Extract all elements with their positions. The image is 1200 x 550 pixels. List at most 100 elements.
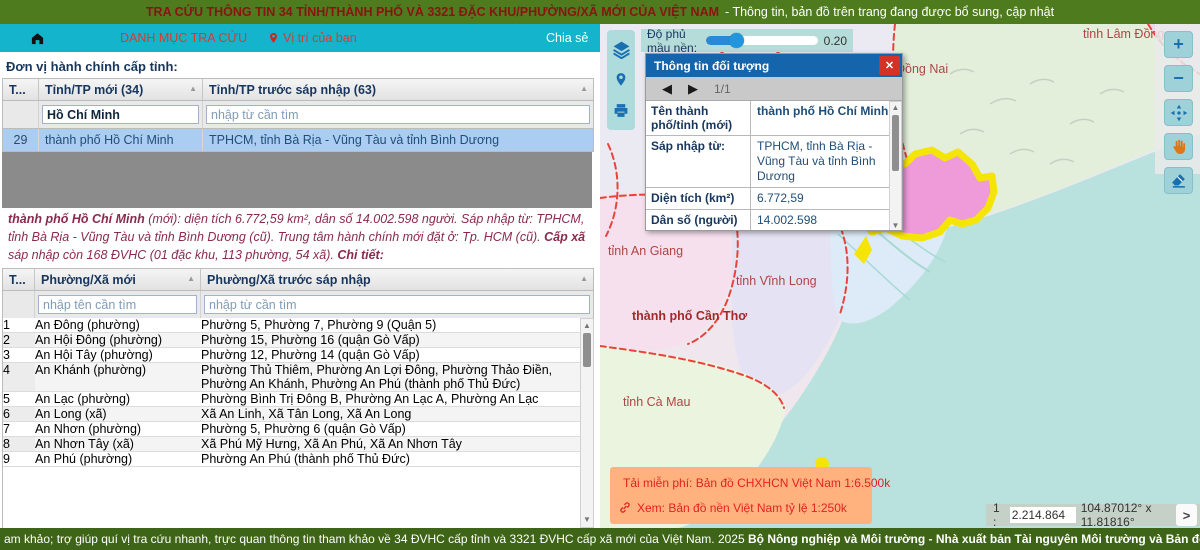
table-row[interactable]: 7An Nhơn (phường)Phường 5, Phường 6 (quậ… [3,422,581,437]
erase-button[interactable] [1164,167,1193,194]
scale-input[interactable] [1010,507,1076,523]
province-row-selected[interactable]: 29 thành phố Hồ Chí Minh TPHCM, tỉnh Bà … [3,129,593,151]
row-index: 9 [3,452,35,466]
home-button[interactable] [30,24,45,52]
print-button[interactable] [611,101,631,121]
collapse-panel-button[interactable]: > [1176,504,1197,526]
scroll-down-icon[interactable]: ▼ [890,220,901,231]
plus-icon: + [1173,34,1184,55]
ward-new-name: An Hội Tây (phường) [35,348,201,362]
table-row[interactable]: 9An Phú (phường)Phường An Phú (thành phố… [3,452,581,467]
map-label-vinh-long: tỉnh Vĩnh Long [736,274,817,288]
row-index: 4 [3,363,35,391]
province-table-header: T... Tỉnh/TP mới (34)▲ Tỉnh/TP trước sáp… [3,79,593,101]
scroll-up-icon[interactable]: ▲ [581,320,593,332]
popup-title: Thông tin đối tượng [654,59,769,73]
scale-coordinates-bar: 1 : 104.87012° x 11.81816° [986,504,1200,526]
ward-new-name: An Phú (phường) [35,452,201,466]
ward-table: T... Phường/Xã mới▲ Phường/Xã trước sáp … [2,268,594,319]
table-row[interactable]: 8An Nhơn Tây (xã)Xã Phú Mỹ Hưng, Xã An P… [3,437,581,452]
opacity-slider[interactable] [706,36,818,45]
province-section-heading: Đơn vị hành chính cấp tỉnh: [6,59,178,74]
attribute-row: Tên thành phố/tỉnh (mới) thành phố Hồ Ch… [646,101,902,136]
attribute-value: 6.772,59 [751,188,902,209]
ward-old-names: Phường Thủ Thiêm, Phường An Lợi Đông, Ph… [201,363,581,391]
status-publisher: Bộ Nông nghiệp và Môi trường - Nhà xuất … [748,532,1200,546]
filter-cell-empty [3,291,35,318]
chevron-right-icon: > [1183,508,1191,523]
map-canvas[interactable]: tỉnh Lâm Đồng Đồng Nai tỉnh An Giang tỉn… [600,24,1200,528]
table-row[interactable]: 1An Đông (phường)Phường 5, Phường 7, Phư… [3,318,581,333]
province-filter-row [3,101,593,129]
minus-icon: − [1173,68,1184,89]
table-row[interactable]: 2An Hội Đông (phường)Phường 15, Phường 1… [3,333,581,348]
province-new-filter-input[interactable] [42,105,199,124]
drag-hand-button[interactable] [1164,133,1193,160]
row-index: 6 [3,407,35,421]
column-new-label: Tỉnh/TP mới (34) [45,83,143,97]
map-label-can-tho: thành phố Cần Thơ [632,309,747,323]
slider-handle[interactable] [729,33,744,48]
share-button[interactable]: Chia sẻ [546,24,588,52]
column-new-label: Phường/Xã mới [41,273,136,287]
ward-old-names: Phường 15, Phường 16 (quận Gò Vấp) [201,333,581,347]
attribute-row: Dân số (người) 14.002.598 [646,210,902,231]
nav-catalog-label: DANH MỤC TRA CỨU [120,31,247,45]
table-empty-area [2,152,592,208]
share-label: Chia sẻ [546,31,588,45]
ward-old-names: Phường Bình Trị Đông B, Phường An Lạc A,… [201,392,581,406]
nav-item-catalog[interactable]: DANH MỤC TRA CỨU [120,24,247,52]
ward-new-name: An Nhơn Tây (xã) [35,437,201,451]
map-label-lam-dong: tỉnh Lâm Đồng [1083,27,1164,41]
status-bar: am khảo; trợ giúp quí vị tra cứu nhanh, … [0,528,1200,550]
ward-new-filter-input[interactable] [38,295,197,314]
summary-detail-label: Chi tiết: [337,248,384,262]
scale-prefix: 1 : [993,501,1005,528]
attribute-label: Tên thành phố/tỉnh (mới) [646,101,751,135]
map-downloads-box: Tải miễn phí: Bản đồ CHXHCN Việt Nam 1:6… [610,467,872,524]
scroll-up-icon[interactable]: ▲ [890,102,901,114]
popup-scrollbar[interactable]: ▲ ▼ [889,101,902,231]
row-index: 7 [3,422,35,436]
attribute-value: TPHCM, tỉnh Bà Rịa - Vũng Tàu và tỉnh Bì… [751,136,883,187]
filter-cell-empty [3,101,39,128]
close-button[interactable]: ✕ [879,56,900,75]
table-row[interactable]: 4An Khánh (phường)Phường Thủ Thiêm, Phườ… [3,363,581,392]
province-old-filter-input[interactable] [206,105,590,124]
next-feature-button[interactable]: ▶ [688,77,698,100]
column-header-new-province[interactable]: Tỉnh/TP mới (34)▲ [39,79,203,100]
ward-old-filter-input[interactable] [204,295,590,314]
column-header-old-province[interactable]: Tỉnh/TP trước sáp nhập (63)▲ [203,79,593,100]
column-old-label: Phường/Xã trước sáp nhập [207,273,371,287]
scrollbar-thumb[interactable] [892,115,899,171]
locate-button[interactable] [611,70,631,90]
attribute-value: thành phố Hồ Chí Minh [751,101,902,135]
table-row[interactable]: 5An Lạc (phường)Phường Bình Trị Đông B, … [3,392,581,407]
popup-attribute-table: Tên thành phố/tỉnh (mới) thành phố Hồ Ch… [646,100,902,231]
map-label-an-giang: tỉnh An Giang [608,244,683,258]
layers-button[interactable] [611,39,631,59]
column-header-old-ward[interactable]: Phường/Xã trước sáp nhập▲ [201,269,593,290]
column-header-new-ward[interactable]: Phường/Xã mới▲ [35,269,201,290]
ward-new-name: An Khánh (phường) [35,363,201,391]
ward-table-scrollbar[interactable]: ▲ ▼ [580,318,594,528]
popup-title-bar[interactable]: Thông tin đối tượng ✕ [646,54,902,77]
prev-feature-button[interactable]: ◀ [662,77,672,100]
table-row[interactable]: 3An Hội Tây (phường)Phường 12, Phường 14… [3,348,581,363]
download-map-link[interactable]: Tải miễn phí: Bản đồ CHXHCN Việt Nam 1:6… [618,476,864,490]
table-row[interactable]: 6An Long (xã)Xã An Linh, Xã Tân Long, Xã… [3,407,581,422]
row-index: 5 [3,392,35,406]
attribute-label: Sáp nhập từ: [646,136,751,187]
row-index: 8 [3,437,35,451]
map-label-ca-mau: tỉnh Cà Mau [623,395,690,409]
view-basemap-link[interactable]: Xem: Bản đồ nền Việt Nam tỷ lệ 1:250k [618,501,864,515]
nav-item-your-location[interactable]: Vị trí của bạn [268,24,357,52]
zoom-out-button[interactable]: − [1164,65,1193,92]
column-header-index[interactable]: T... [3,269,35,290]
zoom-in-button[interactable]: + [1164,31,1193,58]
scrollbar-thumb[interactable] [583,333,591,367]
pan-button[interactable] [1164,99,1193,126]
scroll-down-icon[interactable]: ▼ [581,514,593,526]
column-header-index[interactable]: T... [3,79,39,100]
ward-new-name: An Hội Đông (phường) [35,333,201,347]
